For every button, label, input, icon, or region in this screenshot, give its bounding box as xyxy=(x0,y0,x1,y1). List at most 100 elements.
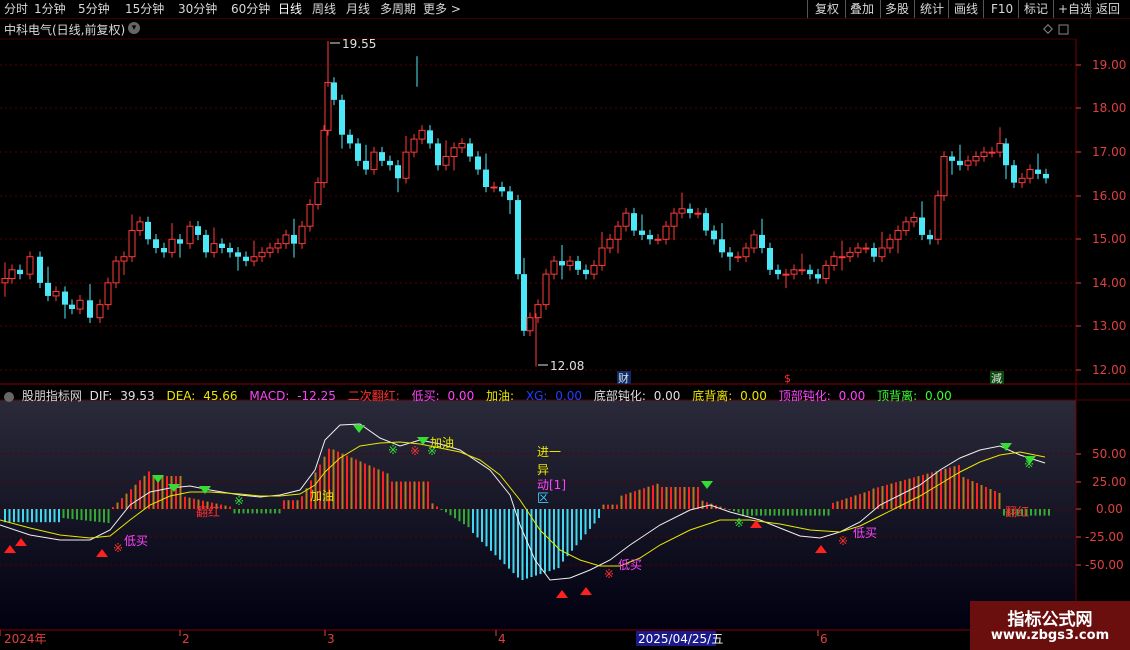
macd-bar xyxy=(949,467,951,509)
macd-bar xyxy=(566,509,569,557)
cross-marker-icon: ※ xyxy=(1024,457,1034,471)
candle-body xyxy=(210,243,218,253)
watermark-title: 指标公式网 xyxy=(1007,610,1093,630)
macd-bar xyxy=(224,505,227,509)
candle-body xyxy=(734,256,742,259)
candle-body xyxy=(435,143,441,166)
macd-bar xyxy=(355,459,357,509)
candle-body xyxy=(566,260,574,266)
candle-body xyxy=(112,260,120,284)
date-axis: 2024年 2 3 4 2025/04/25/五 6 xyxy=(0,630,828,646)
macd-bar xyxy=(143,475,146,509)
candle-body xyxy=(606,238,614,249)
candle-body xyxy=(934,195,942,240)
yi-label: 异 xyxy=(537,463,549,477)
candle-body xyxy=(622,212,630,227)
candle-body xyxy=(846,251,854,258)
macd-value-label: MACD: -12.25 xyxy=(249,389,336,403)
jiayou-value-label: 加油: xyxy=(486,389,515,403)
macd-bar xyxy=(530,509,533,578)
crosshair-date-label: 2025/04/25/五 xyxy=(638,632,723,646)
macd-bar xyxy=(283,500,285,509)
macd-bar xyxy=(611,504,614,509)
macd-bar xyxy=(805,509,807,516)
macd-bar xyxy=(1034,509,1037,516)
price-tick: 18.00 xyxy=(1092,101,1126,115)
macd-bar xyxy=(476,509,479,538)
dimai-label: 低买 xyxy=(124,534,148,548)
macd-bar xyxy=(814,509,816,516)
macd-bar xyxy=(94,509,96,522)
macd-bar xyxy=(62,509,65,519)
candle-body xyxy=(902,221,910,232)
candle-body xyxy=(339,99,345,135)
price-tick: 19.00 xyxy=(1092,58,1126,72)
macd-bar xyxy=(976,483,978,509)
macd-bar xyxy=(823,509,825,516)
macd-tick: 50.00 xyxy=(1092,447,1126,461)
macd-bar xyxy=(458,509,461,522)
macd-bar xyxy=(778,509,780,516)
cross-marker-icon: ※ xyxy=(388,443,398,457)
macd-bar xyxy=(436,506,438,509)
candle-body xyxy=(219,243,225,248)
macd-bar xyxy=(728,509,731,510)
macd-bar xyxy=(697,487,699,509)
candle-body xyxy=(614,225,622,240)
macd-bar xyxy=(967,479,969,509)
macd-bar xyxy=(112,507,114,509)
macd-bar xyxy=(188,497,191,509)
macd-bar xyxy=(863,492,866,509)
macd-bar xyxy=(179,476,182,509)
candle-body xyxy=(363,160,369,170)
indicator-name[interactable]: 股朋指标网 xyxy=(22,389,82,403)
macd-bar xyxy=(634,491,636,509)
date-tick: 2024年 xyxy=(4,632,47,646)
candle-body xyxy=(227,248,233,253)
candle-body xyxy=(499,187,505,192)
macd-bar xyxy=(40,509,42,523)
macd-bar xyxy=(602,504,605,509)
candle-body xyxy=(324,81,332,131)
macd-bar xyxy=(247,509,249,514)
macd-bar xyxy=(881,486,884,509)
dimai-value-label: 低买: 0.00 xyxy=(411,389,475,403)
candle-body xyxy=(145,221,151,240)
macd-bar xyxy=(53,509,56,523)
candle-body xyxy=(919,217,925,235)
candle-body xyxy=(306,203,314,227)
chevron-down-icon[interactable] xyxy=(4,391,14,402)
panel-icons[interactable] xyxy=(1043,24,1069,35)
macd-bar xyxy=(854,495,857,509)
macd-bar xyxy=(445,509,447,513)
macd-bar xyxy=(746,509,749,516)
macd-bar xyxy=(44,509,47,523)
candle-body xyxy=(598,247,606,266)
macd-bar xyxy=(607,504,609,509)
macd-bar xyxy=(733,509,735,512)
macd-bar xyxy=(485,509,488,547)
price-low-label: 12.08 xyxy=(550,359,584,373)
candle-body xyxy=(450,147,458,158)
macd-bar xyxy=(679,487,681,509)
chart-canvas[interactable]: 19.00 18.00 17.00 16.00 15.00 14.00 13.0… xyxy=(0,0,1130,650)
macd-bar xyxy=(868,490,870,509)
candle-body xyxy=(767,248,773,270)
candle-body xyxy=(467,143,473,157)
macd-bar xyxy=(584,509,587,535)
macd-bar xyxy=(463,509,465,525)
candle-body xyxy=(274,243,282,249)
dea-label: DEA: 45.66 xyxy=(166,389,238,403)
macd-bar xyxy=(688,487,690,509)
price-axis: 19.00 18.00 17.00 16.00 15.00 14.00 13.0… xyxy=(1092,58,1126,377)
dibu-dunhua-label: 底部钝化: 0.00 xyxy=(593,389,681,403)
macd-bar xyxy=(404,481,407,509)
candle-body xyxy=(775,269,781,275)
candle-body xyxy=(120,256,128,262)
macd-bar xyxy=(616,504,618,509)
macd-bar xyxy=(917,476,920,509)
macd-bar xyxy=(895,482,897,509)
macd-bar xyxy=(373,467,375,509)
macd-bar xyxy=(454,509,456,519)
candle-body xyxy=(153,239,159,248)
